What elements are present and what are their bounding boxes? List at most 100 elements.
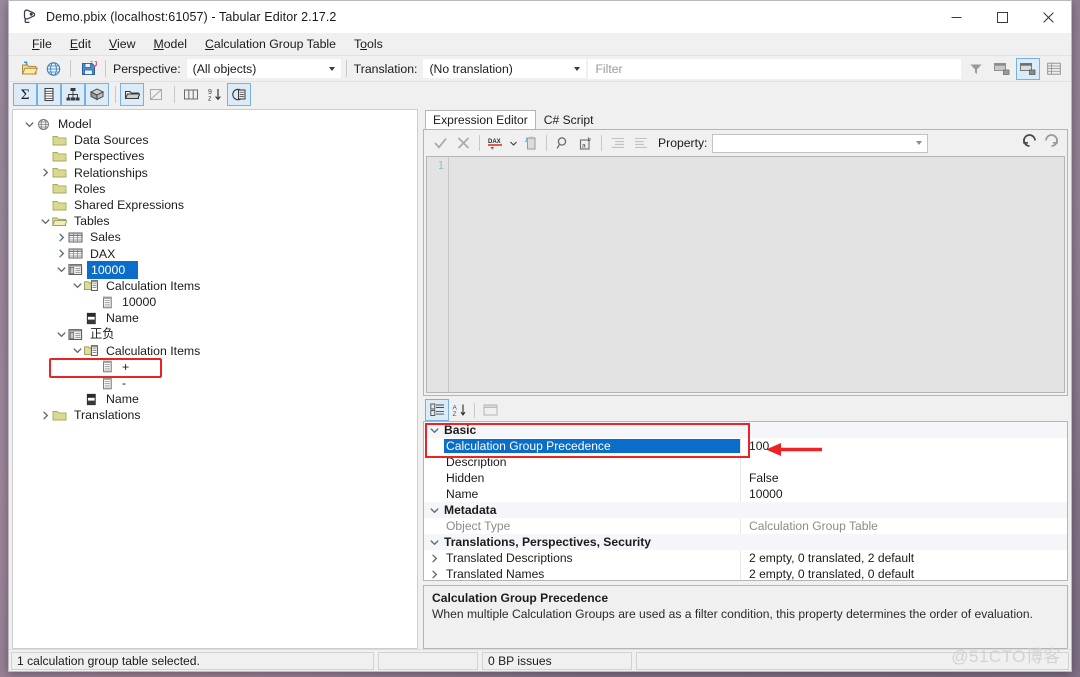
chevron-right-icon[interactable] (424, 554, 444, 563)
tree-node-name[interactable]: Name (13, 391, 417, 407)
paste-icon[interactable] (519, 132, 542, 154)
back-circle-icon[interactable] (1022, 133, 1037, 153)
relationships-icon[interactable] (145, 84, 167, 105)
property-row[interactable]: Name 10000 (424, 486, 1067, 502)
show-hidden-icon[interactable] (991, 59, 1013, 79)
property-category-row[interactable]: Basic (424, 422, 1067, 438)
chevron-right-icon[interactable] (424, 570, 444, 579)
property-combobox[interactable] (712, 133, 929, 153)
property-row[interactable]: Translated Names 2 empty, 0 translated, 0… (424, 566, 1067, 580)
tables-icon[interactable] (120, 83, 144, 106)
globe-model-icon[interactable] (41, 58, 65, 80)
all-columns-icon[interactable] (180, 84, 202, 105)
property-row[interactable]: Hidden False (424, 470, 1067, 486)
menu-calculation-group-table[interactable]: Calculation Group Table (196, 34, 345, 54)
editor-content[interactable] (449, 157, 1064, 392)
chevron-down-icon[interactable] (71, 279, 83, 293)
table-grid-icon[interactable] (1043, 59, 1065, 79)
funnel-filter-icon[interactable] (965, 59, 987, 79)
menu-view[interactable]: View (100, 34, 144, 54)
tree-node-calculation-items[interactable]: Calculation Items (13, 278, 417, 294)
open-folder-icon[interactable] (17, 58, 41, 80)
property-value[interactable]: 100 (740, 438, 1067, 454)
chevron-down-icon[interactable] (39, 214, 51, 228)
properties-grid[interactable]: Basic Calculation Group Precedence 100 Desc… (423, 421, 1068, 581)
tree-node-perspectives[interactable]: Perspectives (13, 148, 417, 164)
tab-csharp-script[interactable]: C# Script (536, 110, 602, 129)
perspective-combobox[interactable]: (All objects) (186, 59, 341, 78)
property-row[interactable]: Translated Descriptions 2 empty, 0 transl… (424, 550, 1067, 566)
property-value[interactable] (740, 454, 1067, 470)
tree-node-model[interactable]: Model (13, 116, 417, 132)
chevron-down-icon[interactable] (424, 426, 444, 435)
sort-order-icon[interactable]: 9 z (204, 84, 226, 105)
display-folders-icon[interactable] (1016, 57, 1040, 80)
property-category-row[interactable]: Translations, Perspectives, Security (424, 534, 1067, 550)
categorized-view-icon[interactable] (425, 399, 449, 421)
chevron-down-icon[interactable] (424, 506, 444, 515)
tree-node-正负[interactable]: 正负 (13, 326, 417, 342)
calculation-groups-icon[interactable] (227, 83, 251, 106)
columns-icon[interactable] (37, 83, 61, 106)
close-button[interactable] (1025, 1, 1071, 33)
dax-format-icon[interactable]: DAX (484, 132, 507, 154)
tree-node-10000[interactable]: 10000 (13, 294, 417, 310)
partitions-icon[interactable] (85, 83, 109, 106)
tree-node-relationships[interactable]: Relationships (13, 165, 417, 181)
property-row[interactable]: Object Type Calculation Group Table (424, 518, 1067, 534)
outdent-icon[interactable] (629, 132, 652, 154)
tree-node-roles[interactable]: Roles (13, 181, 417, 197)
alphabetical-sort-icon[interactable]: A Z (448, 400, 470, 420)
maximize-button[interactable] (979, 1, 1025, 33)
model-tree-pane[interactable]: Model Data Sources Perspectives Relationshi… (12, 109, 418, 649)
indent-icon[interactable] (606, 132, 629, 154)
filter-input[interactable]: Filter (588, 58, 961, 79)
menu-tools[interactable]: Tools (345, 34, 392, 54)
dax-dropdown-icon[interactable] (507, 132, 519, 154)
replace-icon[interactable]: a b (574, 132, 597, 154)
menu-model[interactable]: Model (144, 34, 196, 54)
accept-check-icon[interactable] (429, 132, 452, 154)
translation-combobox[interactable]: (No translation) (423, 59, 587, 78)
minimize-button[interactable] (933, 1, 979, 33)
tree-node-translations[interactable]: Translations (13, 407, 417, 423)
save-icon[interactable] (76, 58, 100, 80)
tree-node--[interactable]: - (13, 375, 417, 391)
tree-node-sales[interactable]: Sales (13, 229, 417, 245)
forward-circle-icon[interactable] (1044, 133, 1059, 153)
chevron-down-icon[interactable] (23, 117, 35, 131)
chevron-down-icon[interactable] (55, 263, 67, 277)
tree-node-dax[interactable]: DAX (13, 246, 417, 262)
menu-edit[interactable]: Edit (61, 34, 100, 54)
tree-node-name[interactable]: Name (13, 310, 417, 326)
property-row[interactable]: Calculation Group Precedence 100 (424, 438, 1067, 454)
tree-node-10000[interactable]: 10000 (13, 260, 417, 279)
property-category-row[interactable]: Metadata (424, 502, 1067, 518)
chevron-right-icon[interactable] (39, 166, 51, 180)
chevron-down-icon[interactable] (424, 538, 444, 547)
property-value[interactable]: False (740, 470, 1067, 486)
property-value[interactable]: Calculation Group Table (740, 518, 1067, 534)
hierarchies-icon[interactable] (61, 83, 85, 106)
menu-file[interactable]: File (23, 34, 61, 54)
cancel-x-icon[interactable] (452, 132, 475, 154)
tab-expression-editor[interactable]: Expression Editor (425, 110, 536, 129)
tree-node-+[interactable]: + (13, 359, 417, 375)
property-value[interactable]: 2 empty, 0 translated, 2 default (740, 550, 1067, 566)
chevron-right-icon[interactable] (55, 247, 67, 261)
status-bp-issues[interactable]: 0 BP issues (482, 651, 632, 670)
tree-node-data-sources[interactable]: Data Sources (13, 132, 417, 148)
find-icon[interactable] (551, 132, 574, 154)
chevron-down-icon[interactable] (55, 328, 67, 342)
expression-editor-textarea[interactable]: 1 (426, 156, 1065, 393)
tree-node-shared-expressions[interactable]: Shared Expressions (13, 197, 417, 213)
property-row[interactable]: Description (424, 454, 1067, 470)
tree-node-tables[interactable]: Tables (13, 213, 417, 229)
property-pages-icon[interactable] (479, 400, 501, 420)
property-value[interactable]: 10000 (740, 486, 1067, 502)
chevron-right-icon[interactable] (39, 408, 51, 422)
chevron-down-icon[interactable] (71, 344, 83, 358)
measures-sigma-icon[interactable]: Σ (13, 83, 37, 106)
chevron-right-icon[interactable] (55, 230, 67, 244)
property-value[interactable]: 2 empty, 0 translated, 0 default (740, 566, 1067, 580)
